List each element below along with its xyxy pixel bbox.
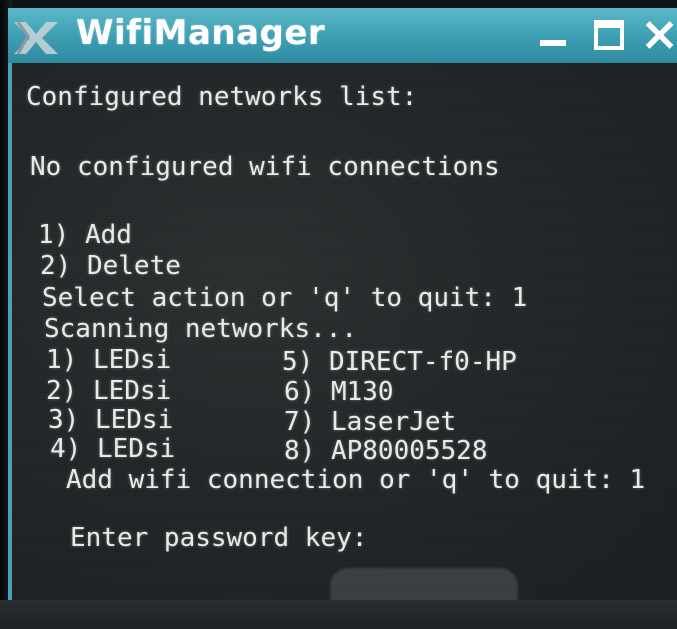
minimize-button[interactable] bbox=[536, 18, 572, 52]
network-item: 6) M130 bbox=[284, 377, 394, 407]
window-title: WifiManager bbox=[76, 13, 326, 53]
terminal-area[interactable]: Configured networks list: No configured … bbox=[8, 63, 677, 614]
photo-frame: WifiManager Configured networks list: No… bbox=[0, 0, 677, 629]
network-item: 3) LEDsi bbox=[48, 405, 174, 435]
password-prompt: Enter password key: bbox=[70, 523, 368, 553]
menu-option-delete: 2) Delete bbox=[40, 251, 181, 281]
no-connections-status: No configured wifi connections bbox=[30, 152, 500, 182]
network-item: 1) LEDsi bbox=[46, 345, 172, 375]
network-item: 5) DIRECT-f0-HP bbox=[282, 347, 517, 377]
close-icon bbox=[645, 21, 674, 49]
close-button[interactable] bbox=[644, 18, 677, 52]
network-item: 7) LaserJet bbox=[284, 407, 457, 437]
configured-networks-header: Configured networks list: bbox=[26, 82, 418, 112]
menu-option-add: 1) Add bbox=[38, 220, 132, 250]
network-item: 8) AP80005528 bbox=[284, 436, 488, 466]
scanning-status: Scanning networks... bbox=[44, 314, 358, 344]
wifimanager-window: WifiManager Configured networks list: No… bbox=[8, 8, 677, 614]
title-bar[interactable]: WifiManager bbox=[8, 8, 677, 63]
maximize-button[interactable] bbox=[592, 18, 628, 52]
maximize-icon bbox=[594, 20, 624, 50]
network-item: 4) LEDsi bbox=[50, 434, 176, 464]
add-connection-prompt: Add wifi connection or 'q' to quit: 1 bbox=[66, 465, 646, 495]
minimize-icon bbox=[540, 40, 566, 46]
select-action-prompt: Select action or 'q' to quit: 1 bbox=[42, 283, 528, 313]
monitor-bezel-bottom bbox=[0, 600, 677, 629]
network-item: 2) LEDsi bbox=[46, 376, 172, 406]
wifi-manager-app-icon bbox=[14, 21, 58, 55]
